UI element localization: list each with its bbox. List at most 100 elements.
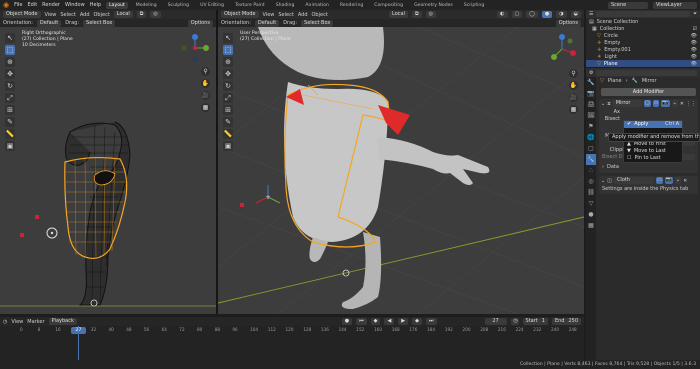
outliner-item-plane[interactable]: ▽ Plane 👁 [586, 60, 700, 67]
world-tab-icon[interactable]: 🌐 [586, 132, 596, 143]
right-menu-add[interactable]: Add [298, 12, 308, 18]
current-frame-field[interactable]: 27 [484, 318, 507, 325]
r-add-cube-tool-icon[interactable]: ▣ [223, 141, 233, 151]
right-proportional-icon[interactable]: ◎ [425, 11, 436, 18]
r-cursor-tool-icon[interactable]: ↖ [223, 33, 233, 43]
left-pan-icon[interactable]: ✋ [201, 79, 210, 88]
play-reverse-icon[interactable]: ◀ [384, 318, 395, 325]
right-pan-icon[interactable]: ✋ [569, 81, 578, 90]
render-tab-icon[interactable]: 📷 [586, 88, 596, 99]
eye-icon[interactable]: 👁 [691, 47, 697, 53]
outliner-item-light[interactable]: ☀ Light 👁 [586, 53, 700, 60]
tab-sculpting[interactable]: Sculpting [165, 2, 192, 9]
checkbox-icon[interactable]: ☑ [693, 26, 697, 32]
outliner-item-empty-001[interactable]: ✛ Empty.001 👁 [586, 46, 700, 53]
viewport-toggle-icon[interactable]: ▭ [652, 100, 660, 107]
left-transform-dropdown[interactable]: Local [113, 11, 133, 18]
cloth-dropdown-arrow-icon[interactable]: ⌄ [674, 177, 682, 184]
cloth-close-icon[interactable]: ✕ [683, 178, 687, 184]
scene-tab-icon[interactable]: ⚑ [586, 121, 596, 132]
physics-tab-icon[interactable]: ◎ [586, 176, 596, 187]
outliner-search-input[interactable] [596, 11, 690, 17]
material-shading-icon[interactable]: ◑ [556, 11, 567, 18]
timeline-menu-marker[interactable]: Marker [27, 319, 44, 325]
jump-end-icon[interactable]: ⏭ [426, 318, 437, 325]
cloth-name-field[interactable]: Cloth [613, 177, 654, 184]
pin-checkbox-icon[interactable]: ☐ [627, 155, 631, 162]
left-menu-add[interactable]: Add [80, 12, 90, 18]
r-rotate-tool-icon[interactable]: ↻ [223, 81, 233, 91]
left-drag-dropdown[interactable]: Select Box [83, 19, 116, 27]
xray-icon[interactable]: ▢ [511, 11, 523, 18]
menu-pin-to-last[interactable]: ☐ Pin to Last [624, 155, 682, 162]
r-annotate-tool-icon[interactable]: ✎ [223, 117, 233, 127]
add-cube-tool-icon[interactable]: ▣ [5, 141, 15, 151]
timeline-menu-view[interactable]: View [11, 319, 23, 325]
tab-uv-editing[interactable]: UV Editing [197, 2, 227, 9]
right-menu-view[interactable]: View [263, 12, 275, 18]
blender-logo-icon[interactable]: ◉ [3, 1, 9, 9]
r-scale-tool-icon[interactable]: ⤢ [223, 93, 233, 103]
cloth-viewport-toggle-icon[interactable]: ▭ [655, 177, 663, 184]
jump-start-icon[interactable]: ⏮ [356, 318, 367, 325]
left-mode-dropdown[interactable]: Object Mode [3, 11, 41, 18]
properties-search-input[interactable] [596, 69, 697, 76]
editmode-toggle-icon[interactable]: ▢ [643, 100, 651, 107]
object-tab-icon[interactable]: ▢ [586, 143, 596, 154]
tab-layout[interactable]: Layout [106, 1, 128, 9]
add-modifier-button[interactable]: Add Modifier [601, 88, 696, 96]
r-select-box-tool-icon[interactable]: ⬚ [223, 45, 233, 55]
r-measure-tool-icon[interactable]: 📏 [223, 129, 233, 139]
timeline-area[interactable]: 0816243240485664728088961041121201281361… [0, 326, 584, 360]
drag-handle-icon[interactable]: ⋮⋮ [686, 101, 696, 107]
right-grid-icon[interactable]: ▦ [569, 105, 578, 114]
solid-shading-icon[interactable]: ● [541, 11, 553, 18]
chevron-down-icon[interactable]: ⌄ [601, 101, 605, 107]
outliner-scene-collection[interactable]: ▤ Scene Collection [586, 18, 700, 25]
r-transform-tool-icon[interactable]: ⊞ [223, 105, 233, 115]
tab-animation[interactable]: Animation [302, 2, 331, 9]
outliner-item-collection[interactable]: ▦ Collection ☑ [586, 25, 700, 32]
record-icon[interactable]: ● [341, 318, 353, 325]
texture-tab-icon[interactable]: ▦ [586, 220, 596, 231]
output-tab-icon[interactable]: 🖨 [586, 99, 596, 110]
eye-icon[interactable]: 👁 [691, 54, 697, 60]
right-orientation-dropdown[interactable]: Default [254, 19, 280, 27]
move-tool-icon[interactable]: ✥ [5, 69, 15, 79]
rendered-shading-icon[interactable]: ◒ [570, 11, 581, 18]
data-subpanel-header[interactable]: › Data [599, 163, 698, 170]
right-drag-dropdown[interactable]: Select Box [301, 19, 334, 27]
tab-shading[interactable]: Shading [273, 2, 298, 9]
left-snap-icon[interactable]: ⧉ [136, 11, 147, 18]
dropdown-arrow-icon[interactable]: ⌄ [671, 100, 678, 107]
cloth-render-toggle-icon[interactable]: 📷 [664, 177, 673, 184]
render-toggle-icon[interactable]: 📷 [661, 100, 670, 107]
timeline-menu-playback[interactable]: Playback [48, 318, 77, 325]
outliner-filter-icon[interactable]: ⏷ [693, 11, 697, 17]
mirror-name-field[interactable]: Mirror [612, 100, 642, 107]
left-camera-icon[interactable]: 🎥 [201, 91, 210, 100]
chevron-down-icon[interactable]: ⌄ [601, 178, 605, 184]
measure-tool-icon[interactable]: 📏 [5, 129, 15, 139]
play-icon[interactable]: ▶ [398, 318, 409, 325]
properties-editor-icon[interactable]: ⚙ [589, 70, 593, 76]
material-tab-icon[interactable]: ● [586, 209, 596, 220]
scene-selector[interactable]: Scene [608, 1, 648, 9]
right-camera-icon[interactable]: 🎥 [569, 93, 578, 102]
transform-tool-icon[interactable]: ⊞ [5, 105, 15, 115]
rotate-tool-icon[interactable]: ↻ [5, 81, 15, 91]
right-nav-gizmo[interactable] [546, 33, 578, 65]
right-transform-dropdown[interactable]: Local [389, 11, 408, 18]
right-menu-object[interactable]: Object [312, 12, 328, 18]
close-icon[interactable]: ✕ [680, 101, 684, 107]
cursor3d-tool-icon[interactable]: ⊕ [5, 57, 15, 67]
right-zoom-icon[interactable]: ⚲ [569, 69, 578, 78]
tool-tab-icon[interactable]: 🔧 [586, 77, 596, 88]
left-viewport[interactable]: Right Orthographic (27) Collection | Pla… [0, 27, 216, 314]
particles-tab-icon[interactable]: ∴ [586, 165, 596, 176]
menu-move-to-last[interactable]: ▼ Move to Last [624, 148, 682, 155]
eye-icon[interactable]: 👁 [691, 61, 697, 67]
eye-icon[interactable]: 👁 [691, 33, 697, 39]
eye-icon[interactable]: 👁 [691, 40, 697, 46]
end-frame-field[interactable]: End 250 [551, 318, 581, 325]
